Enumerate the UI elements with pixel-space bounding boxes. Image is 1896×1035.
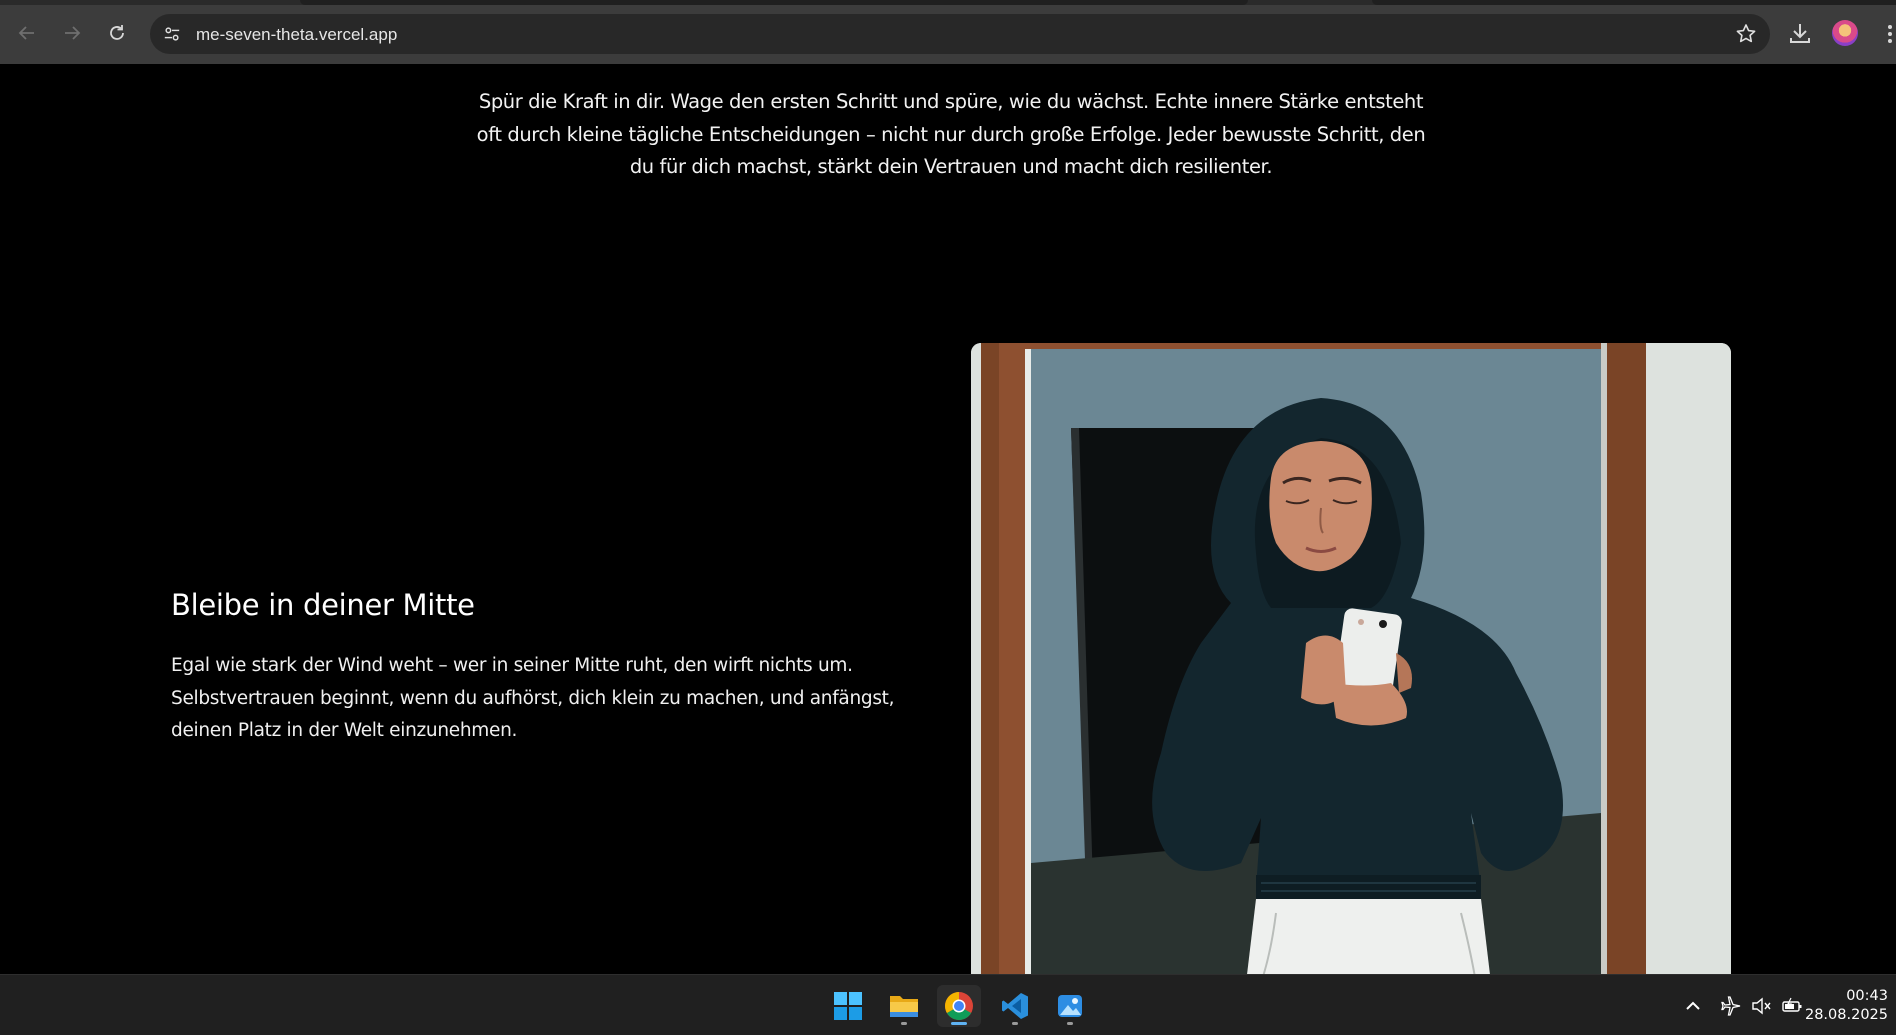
photos-icon [1058, 995, 1082, 1017]
taskbar: 00:43 28.08.2025 [0, 974, 1896, 1035]
windows-start-button[interactable] [826, 985, 870, 1027]
star-icon[interactable] [1734, 22, 1758, 46]
chevron-up-icon[interactable] [1682, 995, 1704, 1017]
windows-logo-icon [834, 992, 862, 1020]
url-text[interactable]: me-seven-theta.vercel.app [196, 25, 397, 45]
hoodie-mirror-illustration [971, 343, 1731, 974]
running-indicator [901, 1022, 907, 1025]
chrome-icon [945, 992, 973, 1020]
section-body: Egal wie stark der Wind weht – wer in se… [171, 655, 895, 741]
photos-button[interactable] [1048, 985, 1092, 1027]
browser-toolbar: me-seven-theta.vercel.app [0, 0, 1896, 64]
clock-date: 28.08.2025 [1804, 1007, 1888, 1023]
forward-button[interactable] [57, 18, 87, 48]
intro-paragraph: Spür die Kraft in dir. Wage den ersten S… [476, 90, 1426, 178]
back-button[interactable] [12, 18, 42, 48]
reload-icon [110, 25, 124, 40]
tab-edge [1372, 0, 1896, 5]
file-explorer-button[interactable] [882, 985, 926, 1027]
section-title: Bleibe in deiner Mitte [171, 588, 475, 622]
address-bar[interactable]: me-seven-theta.vercel.app [150, 14, 1770, 54]
vscode-icon [1002, 993, 1028, 1019]
clock-time: 00:43 [1846, 988, 1888, 1004]
airplane-mode-icon[interactable] [1720, 995, 1742, 1017]
chrome-button[interactable] [937, 985, 981, 1027]
arrow-left-icon [18, 26, 34, 40]
mirror-selfie-image [971, 343, 1731, 974]
reload-button[interactable] [102, 18, 132, 48]
tab-edge [300, 0, 1248, 5]
folder-icon [890, 996, 918, 1017]
web-page: Spür die Kraft in dir. Wage den ersten S… [0, 64, 1896, 974]
arrow-right-icon [65, 26, 81, 40]
battery-charging-icon[interactable] [1781, 995, 1803, 1017]
vscode-button[interactable] [993, 985, 1037, 1027]
download-icon[interactable] [1787, 20, 1813, 46]
running-indicator [1067, 1022, 1073, 1025]
kebab-menu-icon[interactable] [1884, 22, 1896, 46]
active-indicator [951, 1022, 967, 1025]
volume-muted-icon[interactable] [1750, 995, 1772, 1017]
avatar[interactable] [1832, 20, 1858, 46]
site-settings-icon[interactable] [160, 22, 184, 46]
running-indicator [1012, 1022, 1018, 1025]
system-clock[interactable]: 00:43 28.08.2025 [1805, 987, 1888, 1025]
